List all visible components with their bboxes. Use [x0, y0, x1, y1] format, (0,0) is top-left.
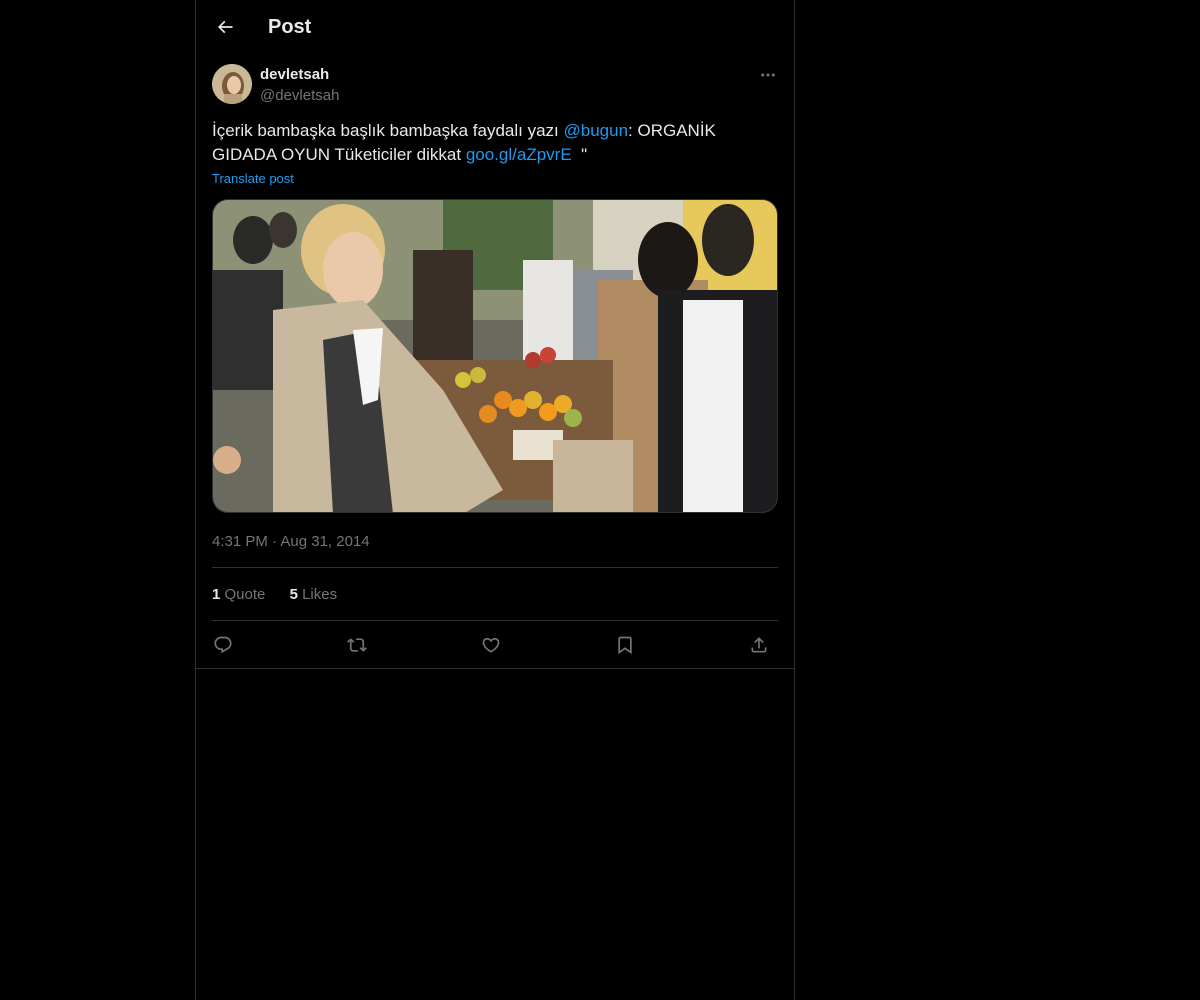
post-date[interactable]: Aug 31, 2014 — [280, 533, 369, 550]
action-bar — [212, 630, 778, 660]
page-title: Post — [268, 16, 312, 38]
quotes-label: Quote — [224, 586, 266, 603]
repost-button[interactable] — [342, 630, 372, 660]
url-link[interactable]: goo.gl/aZpvrE — [466, 145, 572, 164]
more-options-button[interactable] — [756, 64, 780, 86]
bookmark-button[interactable] — [610, 630, 640, 660]
reply-button[interactable] — [208, 630, 238, 660]
likes-count: 5 — [289, 586, 298, 603]
bookmark-icon — [618, 636, 632, 655]
post-bottom-border — [196, 668, 794, 669]
author-name[interactable]: devletsah — [260, 65, 329, 85]
mention-link[interactable]: @bugun — [564, 121, 629, 140]
like-button[interactable] — [476, 630, 506, 660]
likes-stat[interactable]: 5 Likes — [290, 586, 338, 603]
divider — [212, 567, 778, 568]
translate-post-link[interactable]: Translate post — [212, 171, 294, 187]
share-icon — [751, 637, 767, 653]
post-time[interactable]: 4:31 PM — [212, 533, 268, 550]
post-photo[interactable] — [212, 199, 778, 513]
timestamp-separator: · — [272, 533, 278, 550]
quotes-stat[interactable]: 1 Quote — [212, 586, 265, 603]
heart-icon — [482, 637, 500, 653]
share-button[interactable] — [744, 630, 774, 660]
avatar-photo — [212, 64, 252, 104]
ellipsis-icon — [761, 73, 775, 77]
reply-icon — [214, 636, 232, 654]
avatar[interactable] — [212, 64, 252, 104]
arrow-left-icon — [217, 20, 233, 34]
market-photo — [213, 200, 777, 512]
post-column: Post devletsah @devletsah İçerik bambaşk… — [195, 0, 795, 1000]
post-header: Post — [196, 0, 794, 53]
post-stats: 1 Quote 5 Likes — [212, 585, 357, 605]
author-handle[interactable]: @devletsah — [260, 86, 339, 106]
post-text: İçerik bambaşka başlık bambaşka faydalı … — [212, 119, 778, 167]
divider — [212, 620, 778, 621]
back-button[interactable] — [208, 10, 242, 44]
post-text-part: İçerik bambaşka başlık bambaşka faydalı … — [212, 121, 564, 140]
post-text-part: " — [571, 145, 588, 164]
quotes-count: 1 — [212, 586, 221, 603]
likes-label: Likes — [302, 586, 338, 603]
repost-icon — [347, 638, 367, 652]
post-timestamp: 4:31 PM · Aug 31, 2014 — [212, 532, 370, 552]
